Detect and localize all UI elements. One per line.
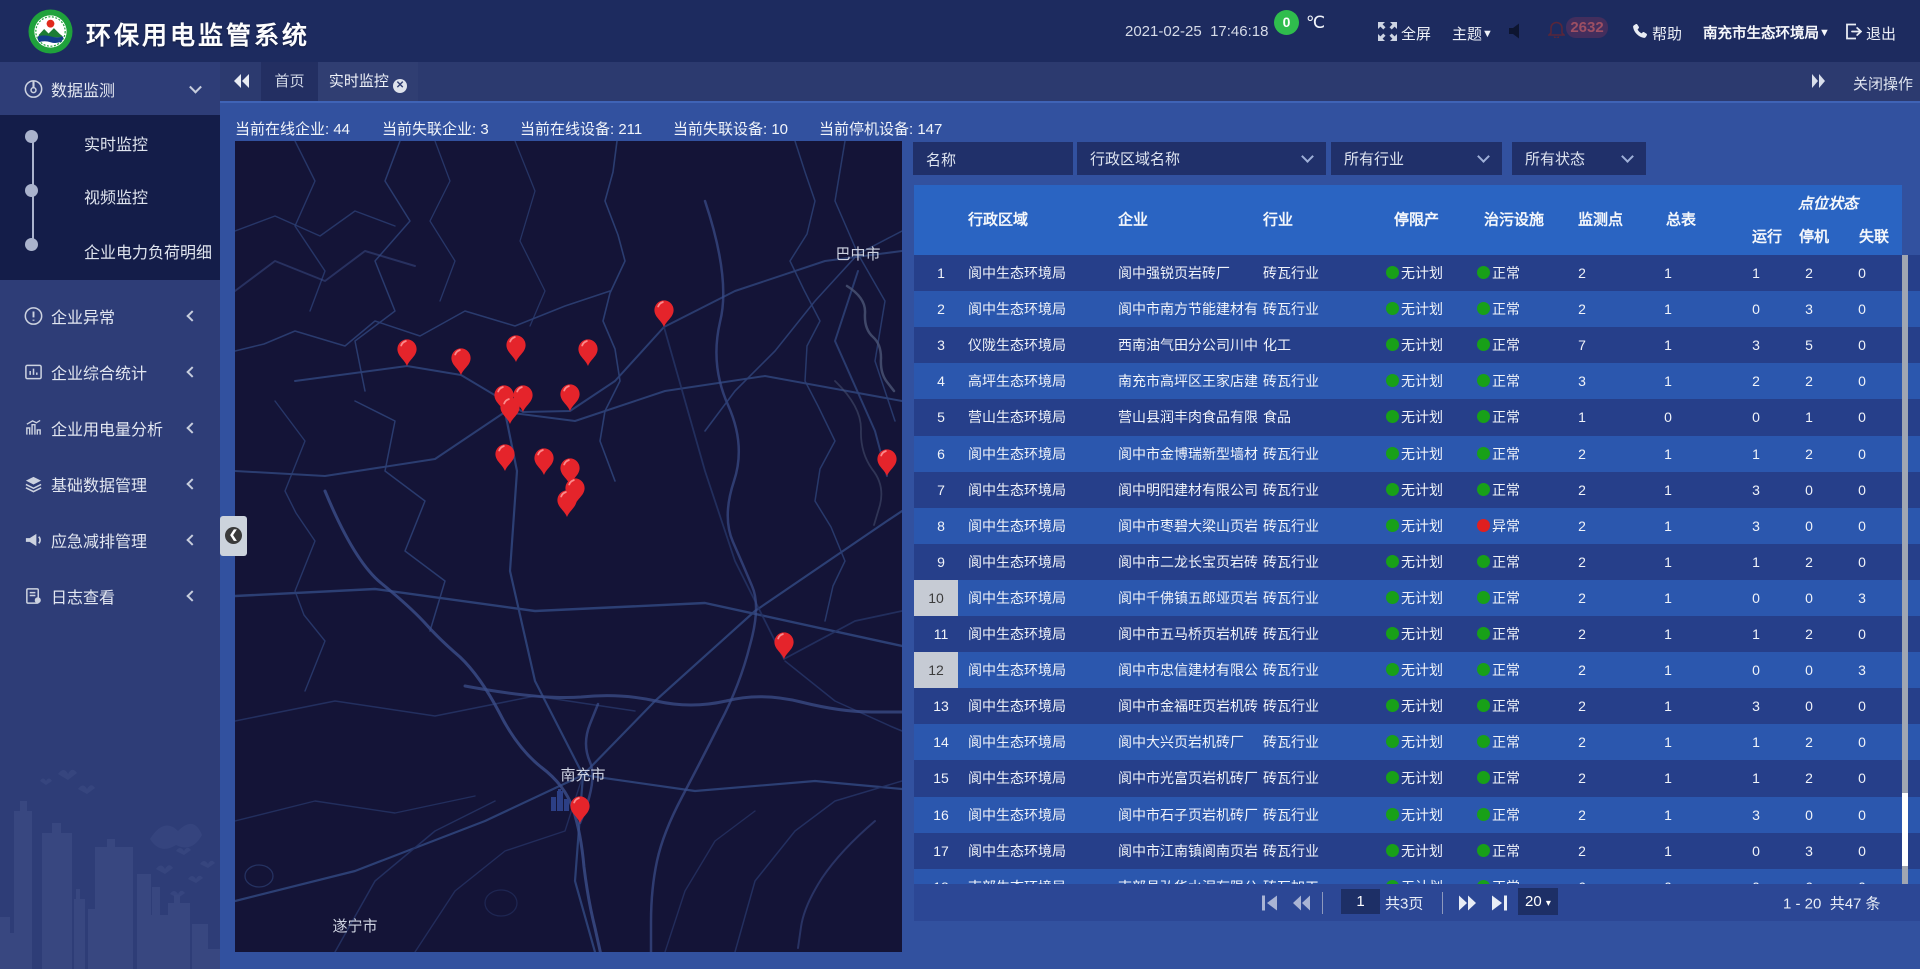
- svg-text:遂宁市: 遂宁市: [332, 918, 377, 935]
- svg-text:巴中市: 巴中市: [835, 246, 880, 263]
- svg-text:南充市: 南充市: [560, 767, 605, 784]
